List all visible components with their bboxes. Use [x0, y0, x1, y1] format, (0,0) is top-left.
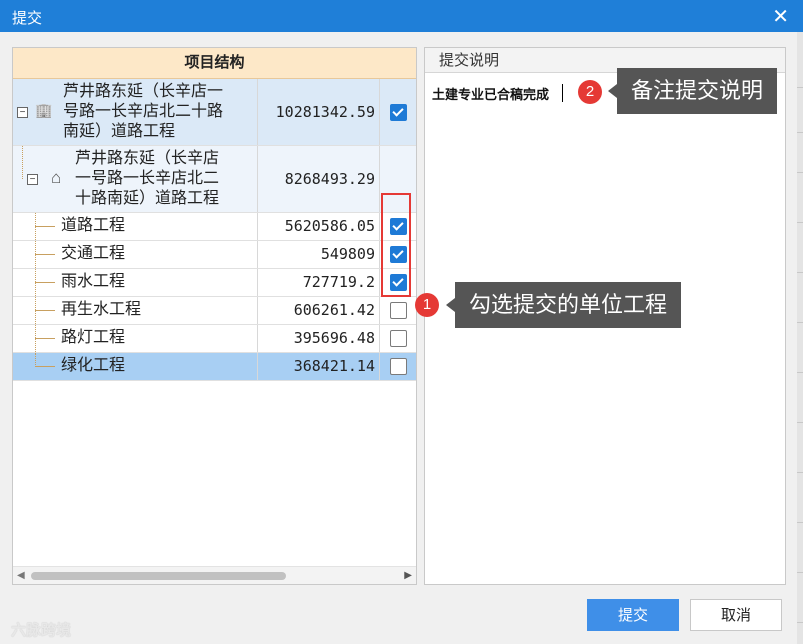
tree-row-amount: 8268493.29 — [258, 146, 380, 212]
annotation-marker-2: 2 — [578, 80, 602, 104]
project-structure-panel: 项目结构 − 🏢 芦井路东延（长辛店一 号路一长辛店北二十路 南延）道路工程 102813… — [12, 47, 417, 585]
tree-row[interactable]: − ⌂ 芦井路东延（长辛店 一号路一长辛店北二 十路南延）道路工程 8268493.29 — [13, 146, 416, 213]
title-bar: 提交 ✕ — [0, 0, 803, 32]
submit-button[interactable]: 提交 — [587, 599, 679, 631]
tree-row-amount: 549809 — [258, 241, 380, 268]
watermark: 六脉跨境 — [11, 622, 72, 639]
tree-connector — [35, 310, 55, 311]
scroll-left-icon[interactable]: ◀ — [17, 570, 25, 581]
tree-row-label: 道路工程 — [61, 217, 126, 234]
dialog-title: 提交 — [12, 10, 43, 27]
tree-row-label: 芦井路东延（长辛店一号路一长辛店北二十路南延）道路工程 — [63, 83, 224, 140]
background-window-edge — [797, 32, 803, 644]
tree-row-amount: 368421.14 — [258, 353, 380, 380]
tree-cell-name: 道路工程 — [13, 213, 258, 240]
submit-dialog: 提交 ✕ 项目结构 − 🏢 芦井路东延（长辛店一 号路一长辛店北二十路 南延）道路工程 1… — [0, 0, 803, 644]
tree-row-amount: 727719.2 — [258, 269, 380, 296]
tree-row-amount: 5620586.05 — [258, 213, 380, 240]
tree-row[interactable]: 交通工程 549809 — [13, 241, 416, 269]
tree-row-label: 路灯工程 — [61, 329, 126, 346]
house-icon: ⌂ — [51, 168, 62, 187]
tree-row[interactable]: − 🏢 芦井路东延（长辛店一 号路一长辛店北二十路 南延）道路工程 10281342.59 — [13, 79, 416, 146]
checkbox-highlight-box — [381, 193, 411, 297]
text-caret — [562, 84, 563, 102]
collapse-icon[interactable]: − — [27, 174, 38, 185]
tree-row-label: 再生水工程 — [61, 301, 142, 318]
submit-description-input[interactable]: 土建专业已合稿完成 — [432, 84, 549, 103]
tree-row-label: 雨水工程 — [61, 273, 126, 290]
tree-row[interactable]: 再生水工程 606261.42 — [13, 297, 416, 325]
tree-connector — [35, 338, 55, 339]
include-checkbox[interactable] — [390, 358, 407, 375]
tree-connector — [35, 282, 55, 283]
tree-row[interactable]: 雨水工程 727719.2 — [13, 269, 416, 297]
tree-row-amount: 606261.42 — [258, 297, 380, 324]
tree-connector — [22, 146, 23, 179]
include-checkbox[interactable] — [390, 330, 407, 347]
scroll-right-icon[interactable]: ▶ — [404, 570, 412, 581]
annotation-callout-2: 备注提交说明 — [607, 68, 778, 114]
tree-row-checkbox-cell — [381, 325, 416, 352]
tree-row-amount: 395696.48 — [258, 325, 380, 352]
include-checkbox[interactable] — [390, 302, 407, 319]
tree-row-amount: 10281342.59 — [258, 79, 380, 145]
tree-cell-name: 再生水工程 — [13, 297, 258, 324]
tree-row-checkbox-cell — [381, 297, 416, 324]
horizontal-scrollbar[interactable]: ◀ ▶ — [13, 566, 416, 584]
tree-cell-name: 雨水工程 — [13, 269, 258, 296]
tree-connector — [35, 353, 36, 367]
annotation-marker-1: 1 — [415, 293, 439, 317]
annotation-callout-1: 勾选提交的单位工程 — [445, 282, 682, 328]
tree-cell-name: 绿化工程 — [13, 353, 258, 380]
tree-row[interactable]: 道路工程 5620586.05 — [13, 213, 416, 241]
close-icon[interactable]: ✕ — [772, 4, 789, 29]
tree-row[interactable]: 路灯工程 395696.48 — [13, 325, 416, 353]
tree-cell-name: − ⌂ 芦井路东延（长辛店 一号路一长辛店北二 十路南延）道路工程 — [13, 146, 258, 212]
tree-connector — [35, 226, 55, 227]
tree-cell-name: − 🏢 芦井路东延（长辛店一 号路一长辛店北二十路 南延）道路工程 — [13, 79, 258, 145]
tree-row-checkbox-cell — [381, 353, 416, 380]
tree-row-label: 交通工程 — [61, 245, 126, 262]
collapse-icon[interactable]: − — [17, 107, 28, 118]
scrollbar-thumb[interactable] — [31, 572, 286, 580]
tree-connector — [35, 254, 55, 255]
tree-connector — [35, 366, 55, 367]
building-icon: 🏢 — [35, 102, 53, 118]
tree-cell-name: 路灯工程 — [13, 325, 258, 352]
tree-cell-name: 交通工程 — [13, 241, 258, 268]
tree-row[interactable]: 绿化工程 368421.14 — [13, 353, 416, 381]
tree-row-checkbox-cell — [381, 79, 416, 145]
include-checkbox[interactable] — [390, 104, 407, 121]
tree-row-label: 绿化工程 — [61, 357, 126, 374]
tree-row-label: 芦井路东延（长辛店一号路一长辛店北二十路南延）道路工程 — [75, 150, 220, 207]
cancel-button[interactable]: 取消 — [690, 599, 782, 631]
project-structure-header: 项目结构 — [13, 48, 416, 79]
